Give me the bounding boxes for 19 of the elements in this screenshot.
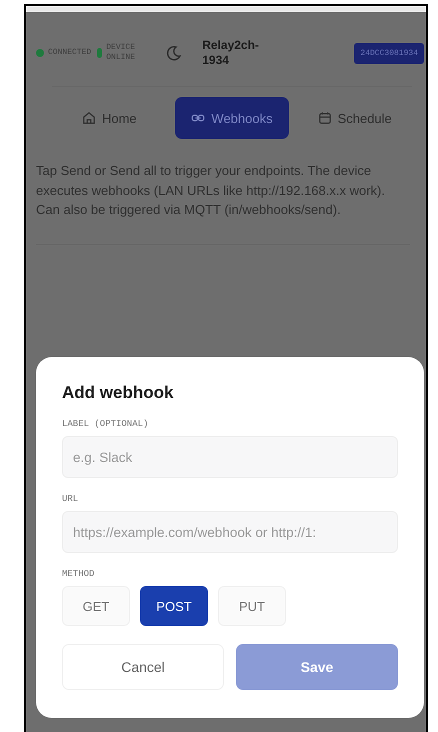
cancel-button[interactable]: Cancel: [62, 644, 224, 690]
tab[interactable]: Schedule: [297, 97, 412, 139]
home-icon: [82, 111, 96, 125]
tab[interactable]: Webhooks: [174, 97, 290, 139]
device-id-badge: 24DCC3081934: [354, 42, 424, 64]
field-label: LABEL (OPTIONAL): [62, 419, 150, 429]
input-field[interactable]: https://example.com/webhook or http://1:: [62, 511, 398, 553]
method-option[interactable]: GET: [62, 586, 130, 626]
device-name: Relay2ch-1934: [202, 38, 260, 68]
field-label: URL: [62, 494, 80, 504]
input-field[interactable]: e.g. Slack: [62, 436, 398, 478]
method-option[interactable]: PUT: [218, 586, 286, 626]
tab[interactable]: Home: [52, 97, 167, 139]
dialog-title: Add webhook: [62, 383, 174, 403]
field-label: METHOD: [62, 569, 96, 579]
moon-icon[interactable]: [166, 45, 182, 61]
method-option[interactable]: POST: [140, 586, 208, 626]
calendar-icon: [318, 111, 332, 125]
description-text: Tap Send or Send all to trigger your endpoints. The device executes webhooks (LAN URLs like http://192.168.x.x work). Can also be triggered via MQTT (in/webhooks/send).: [36, 161, 410, 244]
